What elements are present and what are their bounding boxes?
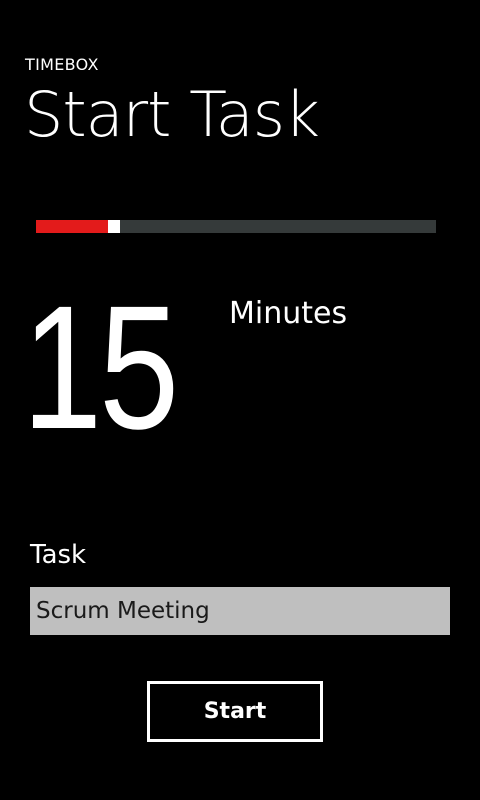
duration-value: 15 <box>22 270 179 466</box>
task-label: Task <box>30 540 87 570</box>
duration-unit-label: Minutes <box>229 296 348 331</box>
slider-fill <box>36 220 108 233</box>
duration-slider[interactable] <box>36 220 436 233</box>
task-input[interactable] <box>30 587 450 635</box>
slider-thumb[interactable] <box>108 220 120 233</box>
app-title: TIMEBOX <box>25 55 99 74</box>
page-title: Start Task <box>24 78 320 151</box>
start-button[interactable]: Start <box>147 681 323 742</box>
